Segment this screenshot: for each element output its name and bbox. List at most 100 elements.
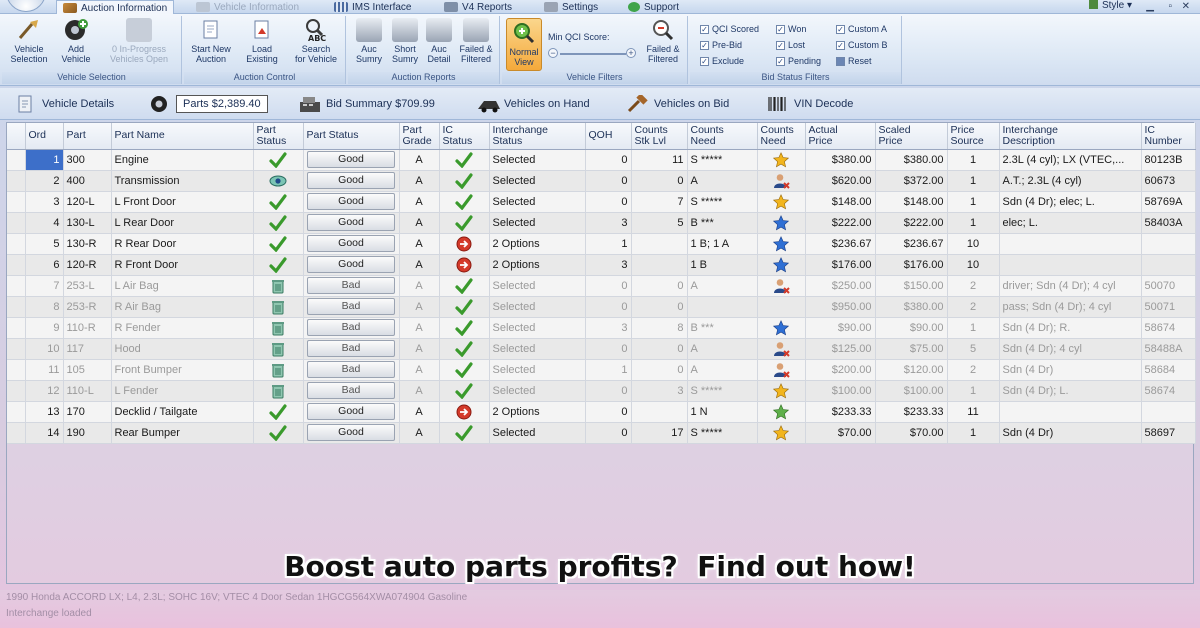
- cell-counts-stk-lvl[interactable]: [631, 233, 688, 255]
- cell-counts-need[interactable]: A: [687, 275, 758, 297]
- cell-part-grade[interactable]: A: [399, 422, 440, 444]
- cell-qoh[interactable]: 0: [585, 422, 632, 444]
- cell-ord[interactable]: 5: [25, 233, 64, 255]
- cell-part-grade[interactable]: A: [399, 254, 440, 276]
- cell-interchange-status[interactable]: 2 Options: [489, 233, 586, 255]
- tab-vehicle-details[interactable]: Vehicle Details: [14, 92, 114, 116]
- cell-counts-need[interactable]: 1 N: [687, 401, 758, 423]
- cell-ic-number[interactable]: 58403A: [1141, 212, 1196, 234]
- part-status-button[interactable]: Good: [307, 403, 395, 420]
- cell-counts-stk-lvl[interactable]: 3: [631, 380, 688, 402]
- cell-price-source[interactable]: 1: [947, 212, 1000, 234]
- row-selector[interactable]: [7, 233, 26, 255]
- column-header-interchange-status[interactable]: Interchange Status: [489, 123, 586, 150]
- cell-part-status-icon[interactable]: [253, 212, 304, 234]
- cell-qoh[interactable]: 1: [585, 233, 632, 255]
- column-header-ic-status[interactable]: IC Status: [439, 123, 490, 150]
- cell-ic-number[interactable]: 58674: [1141, 317, 1196, 339]
- table-row[interactable]: 13 170 Decklid / Tailgate Good A 2 Options 0 1 …: [7, 401, 1196, 423]
- cell-part-grade[interactable]: A: [399, 338, 440, 360]
- cell-part-name[interactable]: L Rear Door: [111, 212, 254, 234]
- cell-part[interactable]: 117: [63, 338, 112, 360]
- cell-interchange-description[interactable]: Sdn (4 Dr); 4 cyl: [999, 338, 1142, 360]
- cell-part-name[interactable]: L Air Bag: [111, 275, 254, 297]
- tab-vehicle-information[interactable]: Vehicle Information: [196, 0, 299, 14]
- table-row[interactable]: 6 120-R R Front Door Good A 2 Options 3 1 B $176…: [7, 254, 1196, 276]
- cell-part-name[interactable]: R Air Bag: [111, 296, 254, 318]
- cell-ic-number[interactable]: 58488A: [1141, 338, 1196, 360]
- table-row[interactable]: 5 130-R R Rear Door Good A 2 Options 1 1 B; 1 A…: [7, 233, 1196, 255]
- cell-actual-price[interactable]: $250.00: [805, 275, 876, 297]
- cell-counts-need-icon[interactable]: [757, 380, 806, 402]
- part-status-button[interactable]: Bad: [307, 319, 395, 336]
- vehicle-selection-button[interactable]: Vehicle Selection: [6, 18, 52, 64]
- table-row[interactable]: 8 253-R R Air Bag Bad A Selected 0 0 $950.00 $380…: [7, 296, 1196, 318]
- cell-part-grade[interactable]: A: [399, 233, 440, 255]
- cell-counts-need-icon[interactable]: [757, 401, 806, 423]
- cell-interchange-description[interactable]: Sdn (4 Dr); L.: [999, 380, 1142, 402]
- cell-part-grade[interactable]: A: [399, 170, 440, 192]
- slider-minus-button[interactable]: −: [548, 48, 558, 58]
- cell-counts-stk-lvl[interactable]: 17: [631, 422, 688, 444]
- cell-ic-status-icon[interactable]: [439, 275, 490, 297]
- cell-actual-price[interactable]: $380.00: [805, 149, 876, 171]
- cell-part-grade[interactable]: A: [399, 359, 440, 381]
- min-qci-slider[interactable]: [560, 53, 626, 55]
- cell-part-grade[interactable]: A: [399, 296, 440, 318]
- part-status-button[interactable]: Bad: [307, 340, 395, 357]
- load-existing-button[interactable]: Load Existing: [240, 18, 284, 64]
- cell-counts-need-icon[interactable]: [757, 233, 806, 255]
- cell-counts-need-icon[interactable]: [757, 296, 806, 318]
- cell-price-source[interactable]: 10: [947, 233, 1000, 255]
- style-menu[interactable]: Style ▾: [1088, 0, 1132, 11]
- cell-price-source[interactable]: 1: [947, 191, 1000, 213]
- column-header-part-name[interactable]: Part Name: [111, 123, 254, 150]
- table-row[interactable]: 11 105 Front Bumper Bad A Selected 1 0 A $200.00 $…: [7, 359, 1196, 381]
- cell-interchange-description[interactable]: A.T.; 2.3L (4 cyl): [999, 170, 1142, 192]
- lost-checkbox[interactable]: ✓ Lost: [776, 40, 805, 50]
- cell-ord[interactable]: 14: [25, 422, 64, 444]
- start-new-auction-button[interactable]: Start New Auction: [186, 18, 236, 64]
- tab-bid-summary[interactable]: Bid Summary $709.99: [298, 92, 435, 116]
- tab-settings[interactable]: Settings: [544, 0, 598, 14]
- cell-scaled-price[interactable]: $70.00: [875, 422, 948, 444]
- table-row[interactable]: 7 253-L L Air Bag Bad A Selected 0 0 A $250.00 $15…: [7, 275, 1196, 297]
- close-icon[interactable]: ✕: [1182, 1, 1190, 12]
- normal-view-button[interactable]: Normal View: [506, 18, 542, 71]
- cell-qoh[interactable]: 3: [585, 254, 632, 276]
- cell-counts-need[interactable]: S *****: [687, 149, 758, 171]
- cell-interchange-description[interactable]: driver; Sdn (4 Dr); 4 cyl: [999, 275, 1142, 297]
- cell-ic-number[interactable]: 80123B: [1141, 149, 1196, 171]
- cell-ic-status-icon[interactable]: [439, 170, 490, 192]
- cell-interchange-status[interactable]: 2 Options: [489, 401, 586, 423]
- cell-price-source[interactable]: 1: [947, 422, 1000, 444]
- cell-counts-need[interactable]: B ***: [687, 212, 758, 234]
- cell-part[interactable]: 253-R: [63, 296, 112, 318]
- cell-scaled-price[interactable]: $75.00: [875, 338, 948, 360]
- column-header-part-grade[interactable]: Part Grade: [399, 123, 440, 150]
- short-sumry-button[interactable]: Short Sumry: [388, 18, 422, 64]
- cell-actual-price[interactable]: $950.00: [805, 296, 876, 318]
- cell-qoh[interactable]: 0: [585, 170, 632, 192]
- cell-ic-status-icon[interactable]: [439, 212, 490, 234]
- cell-ic-status-icon[interactable]: [439, 401, 490, 423]
- cell-actual-price[interactable]: $148.00: [805, 191, 876, 213]
- cell-counts-need[interactable]: S *****: [687, 191, 758, 213]
- cell-qoh[interactable]: 0: [585, 296, 632, 318]
- cell-counts-stk-lvl[interactable]: 11: [631, 149, 688, 171]
- cell-part[interactable]: 130-R: [63, 233, 112, 255]
- cell-ic-number[interactable]: [1141, 254, 1196, 276]
- row-selector[interactable]: [7, 212, 26, 234]
- cell-scaled-price[interactable]: $233.33: [875, 401, 948, 423]
- cell-interchange-description[interactable]: [999, 233, 1142, 255]
- tab-support[interactable]: Support: [628, 0, 679, 14]
- cell-part-status-icon[interactable]: [253, 296, 304, 318]
- cell-part-grade[interactable]: A: [399, 191, 440, 213]
- cell-part-name[interactable]: R Fender: [111, 317, 254, 339]
- cell-price-source[interactable]: 1: [947, 170, 1000, 192]
- row-selector[interactable]: [7, 191, 26, 213]
- column-header-actual-price[interactable]: Actual Price: [805, 123, 876, 150]
- cell-part-grade[interactable]: A: [399, 275, 440, 297]
- cell-ic-number[interactable]: 60673: [1141, 170, 1196, 192]
- cell-part[interactable]: 105: [63, 359, 112, 381]
